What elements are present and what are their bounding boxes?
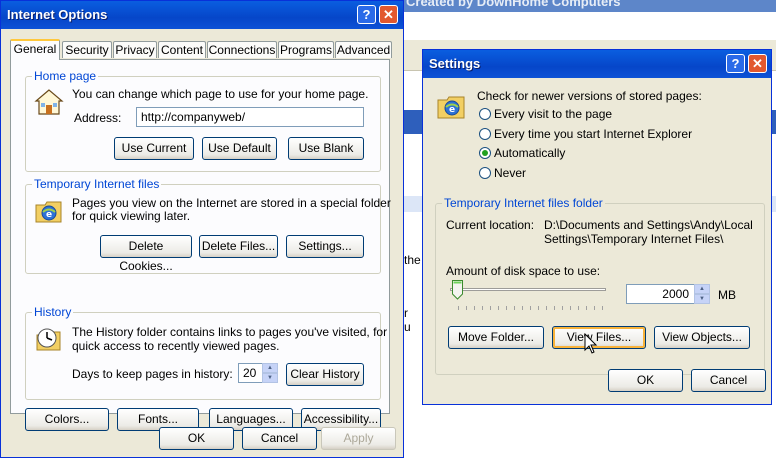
disk-space-slider-ticks [458,306,604,310]
spinner-down-icon[interactable]: ▼ [262,373,278,383]
history-group: History The History folder contains link… [25,305,387,400]
radio-automatically[interactable] [479,147,491,159]
disk-space-input[interactable]: 2000 [626,284,698,304]
current-location-path-2: Settings\Temporary Internet Files\ [544,232,724,246]
history-description-2: quick access to recently viewed pages. [72,339,280,353]
days-to-keep-spinner[interactable]: ▲ ▼ [262,363,278,383]
settings-ok-button[interactable]: OK [608,369,683,392]
general-tab-panel: Home page You can change which page to u… [10,59,391,431]
temp-files-description-2: for quick viewing later. [72,209,191,223]
svg-text:e: e [449,105,455,115]
background-text-3: u [404,320,411,334]
home-page-group: Home page You can change which page to u… [25,69,381,172]
current-location-path-1: D:\Documents and Settings\Andy\Local [544,218,753,232]
history-legend: History [32,305,74,319]
house-icon [34,89,64,115]
view-files-button[interactable]: View Files... [552,326,646,349]
window-title: Internet Options [7,7,108,22]
mouse-pointer-icon [584,333,598,354]
disk-space-slider-thumb[interactable] [452,280,463,300]
option-automatically-label[interactable]: Automatically [494,146,565,160]
svg-text:e: e [46,210,52,220]
radio-every-start[interactable] [479,128,491,140]
tab-programs[interactable]: Programs [278,41,334,58]
delete-files-button[interactable]: Delete Files... [199,235,278,258]
temp-files-description-1: Pages you view on the Internet are store… [72,196,391,210]
option-every-visit-label[interactable]: Every visit to the page [494,107,612,121]
tab-security[interactable]: Security [62,41,112,58]
radio-never[interactable] [479,167,491,179]
disk-space-unit: MB [718,288,736,302]
option-never-label[interactable]: Never [494,166,526,180]
disk-space-label: Amount of disk space to use: [446,264,601,278]
days-to-keep-input[interactable]: 20 [238,363,264,383]
internet-options-client: General Security Privacy Content Connect… [4,29,400,454]
history-description-1: The History folder contains links to pag… [72,325,388,339]
ok-button[interactable]: OK [159,427,234,450]
background-text-2: r [404,306,408,320]
colors-button[interactable]: Colors... [25,408,109,431]
temp-files-legend: Temporary Internet files [32,177,162,191]
current-location-label: Current location: [446,218,535,232]
temp-files-group: Temporary Internet files e Pages you vie… [25,177,391,274]
radio-every-visit[interactable] [479,108,491,120]
address-label: Address: [74,111,122,125]
tab-general[interactable]: General [10,39,60,60]
tab-connections[interactable]: Connections [207,41,277,58]
move-folder-button[interactable]: Move Folder... [448,326,544,349]
folder-globe-icon: e [35,201,62,223]
address-input[interactable]: http://companyweb/ [136,107,364,127]
settings-help-button[interactable]: ? [726,54,745,73]
internet-options-window: Internet Options ? ✕ General Security Pr… [0,0,404,458]
help-button[interactable]: ? [357,5,376,24]
view-objects-button[interactable]: View Objects... [654,326,750,349]
cancel-button[interactable]: Cancel [242,427,317,450]
settings-titlebar[interactable]: Settings ? ✕ [423,50,771,78]
option-every-start-label[interactable]: Every time you start Internet Explorer [494,127,692,141]
check-newer-label: Check for newer versions of stored pages… [477,89,702,103]
disk-spinner-down-icon[interactable]: ▼ [694,294,710,304]
history-clock-icon [36,328,61,351]
tab-privacy[interactable]: Privacy [113,41,157,58]
background-text-1: the [404,253,421,267]
settings-button[interactable]: Settings... [286,235,364,258]
tab-advanced[interactable]: Advanced [335,41,392,58]
settings-cancel-button[interactable]: Cancel [691,369,766,392]
home-page-description: You can change which page to use for you… [72,87,369,101]
use-current-button[interactable]: Use Current [114,137,194,160]
days-to-keep-label: Days to keep pages in history: [72,367,233,381]
clear-history-button[interactable]: Clear History [286,363,364,386]
ie-folder-icon: e [437,96,465,119]
tab-content[interactable]: Content [158,41,206,58]
background-title: Created by DownHome Computers [406,0,621,9]
temp-folder-group: Temporary Internet files folder Current … [435,196,765,375]
internet-options-titlebar[interactable]: Internet Options ? ✕ [1,1,403,29]
temp-folder-legend: Temporary Internet files folder [442,196,605,210]
settings-title: Settings [429,56,481,71]
apply-button[interactable]: Apply [321,427,396,450]
use-default-button[interactable]: Use Default [202,137,277,160]
spinner-up-icon[interactable]: ▲ [262,363,278,373]
use-blank-button[interactable]: Use Blank [288,137,364,160]
disk-space-slider-track[interactable] [450,288,606,291]
delete-cookies-button[interactable]: Delete Cookies... [100,235,192,273]
disk-spinner-up-icon[interactable]: ▲ [694,284,710,294]
settings-close-button[interactable]: ✕ [748,54,767,73]
disk-space-spinner[interactable]: ▲ ▼ [694,284,710,304]
background-title-bar: Created by DownHome Computers [398,0,776,12]
home-page-legend: Home page [32,69,99,83]
close-button[interactable]: ✕ [379,5,398,24]
